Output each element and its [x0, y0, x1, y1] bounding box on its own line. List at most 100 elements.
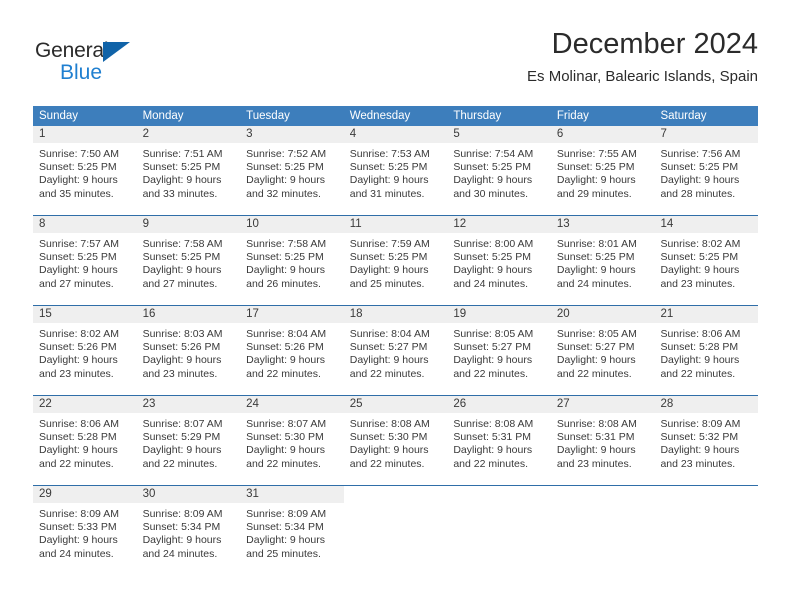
calendar-day-cell[interactable]: 13 Sunrise: 8:01 AM Sunset: 5:25 PM Dayligh… — [550, 216, 655, 294]
calendar-day-cell[interactable]: 12 Sunrise: 8:00 AM Sunset: 5:25 PM Dayligh… — [447, 216, 551, 294]
sunrise-text: Sunrise: 8:08 AM — [556, 418, 637, 430]
sunset-text: Sunset: 5:33 PM — [39, 521, 117, 534]
daylight-text-line1: Daylight: 9 hours — [556, 444, 636, 457]
daylight-text-line2: and 25 minutes. — [349, 277, 425, 290]
calendar-day-cell[interactable]: 10 Sunrise: 7:58 AM Sunset: 5:25 PM Dayligh… — [240, 216, 344, 294]
day-sun-info — [344, 503, 448, 508]
daylight-text-line1: Daylight: 9 hours — [556, 264, 636, 277]
day-number: 10 — [246, 218, 259, 230]
calendar-day-cell[interactable]: 5 Sunrise: 7:54 AM Sunset: 5:25 PM Daylight… — [447, 126, 551, 204]
calendar-day-cell[interactable]: 28 Sunrise: 8:09 AM Sunset: 5:32 PM Dayligh… — [654, 396, 759, 474]
daylight-text-line2: and 22 minutes. — [142, 457, 218, 470]
daylight-text-line2: and 29 minutes. — [556, 187, 632, 200]
day-number: 8 — [39, 218, 46, 230]
daylight-text-line2: and 24 minutes. — [39, 547, 114, 560]
calendar-day-cell[interactable]: 1 Sunrise: 7:50 AM Sunset: 5:25 PM Daylight… — [33, 126, 137, 204]
sunset-text: Sunset: 5:29 PM — [142, 431, 221, 444]
daylight-text-line1: Daylight: 9 hours — [556, 174, 636, 187]
calendar-day-cell[interactable]: 9 Sunrise: 7:58 AM Sunset: 5:25 PM Daylight… — [136, 216, 241, 294]
daylight-text-line1: Daylight: 9 hours — [39, 444, 118, 457]
day-sun-info: Sunrise: 8:00 AM Sunset: 5:25 PM Daylight:… — [447, 233, 551, 291]
day-number-band: 13 — [550, 216, 655, 233]
daylight-text-line2: and 22 minutes. — [660, 367, 736, 380]
sunrise-text: Sunrise: 8:00 AM — [453, 238, 534, 250]
calendar-day-cell-empty — [447, 486, 551, 564]
calendar-day-cell[interactable]: 20 Sunrise: 8:05 AM Sunset: 5:27 PM Dayligh… — [550, 306, 655, 384]
calendar-day-cell[interactable]: 25 Sunrise: 8:08 AM Sunset: 5:30 PM Dayligh… — [343, 396, 448, 474]
day-sun-info — [447, 503, 551, 508]
calendar-day-cell-empty — [344, 486, 448, 564]
calendar-day-cell[interactable]: 30 Sunrise: 8:09 AM Sunset: 5:34 PM Dayligh… — [136, 486, 241, 564]
day-number: 2 — [142, 128, 149, 140]
sunset-text: Sunset: 5:26 PM — [142, 341, 221, 354]
day-sun-info: Sunrise: 8:07 AM Sunset: 5:30 PM Daylight:… — [240, 413, 344, 471]
sunrise-text: Sunrise: 7:56 AM — [660, 148, 741, 160]
sunset-text: Sunset: 5:26 PM — [246, 341, 324, 354]
calendar-week-row: 15 Sunrise: 8:02 AM Sunset: 5:26 PM Dayligh… — [33, 305, 759, 384]
page-header: General Blue December 2024 Es Molinar, B… — [33, 28, 758, 94]
day-number-band — [344, 486, 448, 503]
calendar-day-cell[interactable]: 2 Sunrise: 7:51 AM Sunset: 5:25 PM Daylight… — [136, 126, 241, 204]
logo-word-blue: Blue — [60, 61, 103, 84]
sunset-text: Sunset: 5:30 PM — [349, 431, 428, 444]
sunset-text: Sunset: 5:25 PM — [660, 161, 739, 174]
daylight-text-line2: and 22 minutes. — [39, 457, 114, 470]
day-number-band: 29 — [33, 486, 137, 503]
day-number: 12 — [453, 218, 467, 230]
day-number: 1 — [39, 128, 46, 140]
sunset-text: Sunset: 5:34 PM — [142, 521, 221, 534]
day-number-band: 12 — [447, 216, 551, 233]
sunset-text: Sunset: 5:26 PM — [39, 341, 117, 354]
daylight-text-line1: Daylight: 9 hours — [246, 444, 325, 457]
calendar-day-cell[interactable]: 23 Sunrise: 8:07 AM Sunset: 5:29 PM Dayligh… — [136, 396, 241, 474]
calendar-day-cell[interactable]: 24 Sunrise: 8:07 AM Sunset: 5:30 PM Dayligh… — [240, 396, 344, 474]
sunset-text: Sunset: 5:25 PM — [142, 161, 221, 174]
calendar-day-cell[interactable]: 11 Sunrise: 7:59 AM Sunset: 5:25 PM Dayligh… — [343, 216, 448, 294]
calendar-day-cell[interactable]: 31 Sunrise: 8:09 AM Sunset: 5:34 PM Dayligh… — [240, 486, 344, 564]
day-sun-info: Sunrise: 7:54 AM Sunset: 5:25 PM Daylight:… — [447, 143, 551, 201]
calendar-day-cell[interactable]: 27 Sunrise: 8:08 AM Sunset: 5:31 PM Dayligh… — [550, 396, 655, 474]
calendar-day-cell[interactable]: 19 Sunrise: 8:05 AM Sunset: 5:27 PM Dayligh… — [447, 306, 551, 384]
calendar-day-cell[interactable]: 8 Sunrise: 7:57 AM Sunset: 5:25 PM Daylight… — [33, 216, 137, 294]
weekday-header-monday: Monday — [142, 110, 184, 122]
daylight-text-line1: Daylight: 9 hours — [349, 174, 429, 187]
day-number-band: 23 — [136, 396, 241, 413]
calendar-day-cell[interactable]: 18 Sunrise: 8:04 AM Sunset: 5:27 PM Dayligh… — [343, 306, 448, 384]
day-number: 31 — [246, 488, 259, 500]
day-sun-info: Sunrise: 8:04 AM Sunset: 5:27 PM Daylight:… — [344, 323, 448, 381]
calendar-day-cell[interactable]: 4 Sunrise: 7:53 AM Sunset: 5:25 PM Daylight… — [343, 126, 448, 204]
calendar-day-cell[interactable]: 26 Sunrise: 8:08 AM Sunset: 5:31 PM Dayligh… — [447, 396, 551, 474]
daylight-text-line1: Daylight: 9 hours — [142, 174, 222, 187]
calendar-week-row: 22 Sunrise: 8:06 AM Sunset: 5:28 PM Dayligh… — [33, 395, 759, 474]
sunset-text: Sunset: 5:30 PM — [246, 431, 324, 444]
daylight-text-line2: and 32 minutes. — [246, 187, 321, 200]
calendar-day-cell[interactable]: 21 Sunrise: 8:06 AM Sunset: 5:28 PM Dayligh… — [654, 306, 759, 384]
sunset-text: Sunset: 5:34 PM — [246, 521, 324, 534]
calendar-day-cell[interactable]: 16 Sunrise: 8:03 AM Sunset: 5:26 PM Dayligh… — [136, 306, 241, 384]
day-sun-info: Sunrise: 8:08 AM Sunset: 5:30 PM Daylight:… — [344, 413, 448, 471]
day-number-band: 9 — [136, 216, 241, 233]
day-number: 15 — [39, 308, 52, 320]
calendar-day-cell[interactable]: 22 Sunrise: 8:06 AM Sunset: 5:28 PM Dayligh… — [33, 396, 137, 474]
calendar-day-cell[interactable]: 15 Sunrise: 8:02 AM Sunset: 5:26 PM Dayligh… — [33, 306, 137, 384]
calendar-day-cell[interactable]: 7 Sunrise: 7:56 AM Sunset: 5:25 PM Daylight… — [654, 126, 759, 204]
general-blue-logo[interactable]: General Blue — [33, 32, 183, 88]
day-number: 27 — [556, 398, 570, 410]
day-number-band: 7 — [654, 126, 759, 143]
logo-word-general: General — [35, 39, 109, 62]
day-number: 25 — [349, 398, 363, 410]
calendar-day-cell[interactable]: 14 Sunrise: 8:02 AM Sunset: 5:25 PM Dayligh… — [654, 216, 759, 294]
calendar-day-cell[interactable]: 6 Sunrise: 7:55 AM Sunset: 5:25 PM Daylight… — [550, 126, 655, 204]
day-sun-info: Sunrise: 7:51 AM Sunset: 5:25 PM Daylight:… — [137, 143, 241, 201]
calendar-day-cell[interactable]: 17 Sunrise: 8:04 AM Sunset: 5:26 PM Dayligh… — [240, 306, 344, 384]
sunset-text: Sunset: 5:27 PM — [349, 341, 428, 354]
calendar-day-cell[interactable]: 3 Sunrise: 7:52 AM Sunset: 5:25 PM Daylight… — [240, 126, 344, 204]
day-number: 30 — [142, 488, 156, 500]
day-sun-info: Sunrise: 7:50 AM Sunset: 5:25 PM Daylight:… — [33, 143, 137, 201]
day-sun-info: Sunrise: 8:06 AM Sunset: 5:28 PM Daylight:… — [33, 413, 137, 471]
daylight-text-line1: Daylight: 9 hours — [660, 174, 740, 187]
day-sun-info: Sunrise: 8:09 AM Sunset: 5:32 PM Daylight:… — [654, 413, 758, 471]
daylight-text-line2: and 25 minutes. — [246, 547, 321, 560]
calendar-day-cell[interactable]: 29 Sunrise: 8:09 AM Sunset: 5:33 PM Dayligh… — [33, 486, 137, 564]
daylight-text-line2: and 23 minutes. — [660, 457, 736, 470]
